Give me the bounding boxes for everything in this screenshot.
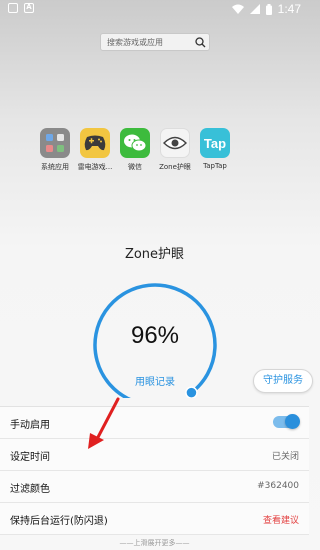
app-shortcuts: 系统应用 雷电游戏... 微信 Zone护眼 Tap TapTap (33, 128, 243, 176)
app-leidian-games[interactable]: 雷电游戏... (73, 128, 117, 172)
annotation-arrow-icon (88, 397, 120, 449)
row-set-time[interactable]: 设定时间 已关闭 (0, 439, 309, 471)
system-apps-icon (40, 128, 70, 158)
search-icon[interactable] (191, 34, 209, 50)
row-keep-background[interactable]: 保持后台运行(防闪退) 查看建议 (0, 503, 309, 535)
battery-icon (265, 3, 272, 15)
manual-enable-toggle[interactable] (273, 414, 300, 429)
row-label: 过滤颜色 (10, 484, 50, 495)
app-label: 系统应用 (41, 163, 69, 171)
toggle-knob (285, 414, 300, 429)
status-bar: A 1:47 (0, 0, 309, 18)
view-suggestion-link[interactable]: 查看建议 (263, 513, 299, 526)
status-time: 1:47 (277, 2, 301, 16)
app-zone-eye[interactable]: Zone护眼 (153, 128, 197, 172)
app-label: 微信 (128, 163, 142, 171)
row-label: 手动启用 (10, 420, 50, 431)
app-a-icon: A (24, 3, 34, 13)
search-placeholder: 搜索游戏或应用 (107, 37, 163, 47)
swipe-hint: ——上滑展开更多—— (119, 539, 190, 547)
wifi-icon (231, 4, 244, 14)
app-label: TapTap (203, 162, 227, 170)
page-title: Zone护眼 (124, 247, 185, 262)
app-taptap[interactable]: Tap TapTap (193, 128, 237, 170)
signal-icon (249, 4, 260, 14)
search-bar[interactable]: 搜索游戏或应用 (100, 33, 210, 51)
row-label: 保持后台运行(防闪退) (10, 516, 108, 527)
percent-value: 96% (130, 322, 180, 349)
taptap-icon-text: Tap (203, 135, 227, 151)
gauge-handle[interactable] (185, 386, 198, 398)
notification-box-icon (8, 3, 18, 13)
row-label: 设定时间 (10, 452, 50, 463)
row-value: 已关闭 (271, 452, 299, 462)
app-system-apps[interactable]: 系统应用 (33, 128, 77, 172)
gamepad-icon (80, 128, 110, 158)
row-manual-enable[interactable]: 手动启用 (0, 407, 309, 439)
row-value: #362400 (257, 481, 299, 491)
eye-icon (160, 128, 190, 158)
app-label: 雷电游戏... (77, 163, 113, 171)
app-wechat[interactable]: 微信 (113, 128, 157, 172)
app-label: Zone护眼 (159, 163, 191, 171)
wechat-icon (120, 128, 150, 158)
eye-record-link[interactable]: 用眼记录 (85, 373, 225, 388)
guard-service-button[interactable]: 守护服务 (253, 369, 313, 393)
taptap-icon: Tap (200, 128, 230, 158)
settings-panel: 手动启用 设定时间 已关闭 过滤颜色 #362400 保持后台运行(防闪退) 查… (0, 406, 309, 535)
row-filter-color[interactable]: 过滤颜色 #362400 (0, 471, 309, 503)
